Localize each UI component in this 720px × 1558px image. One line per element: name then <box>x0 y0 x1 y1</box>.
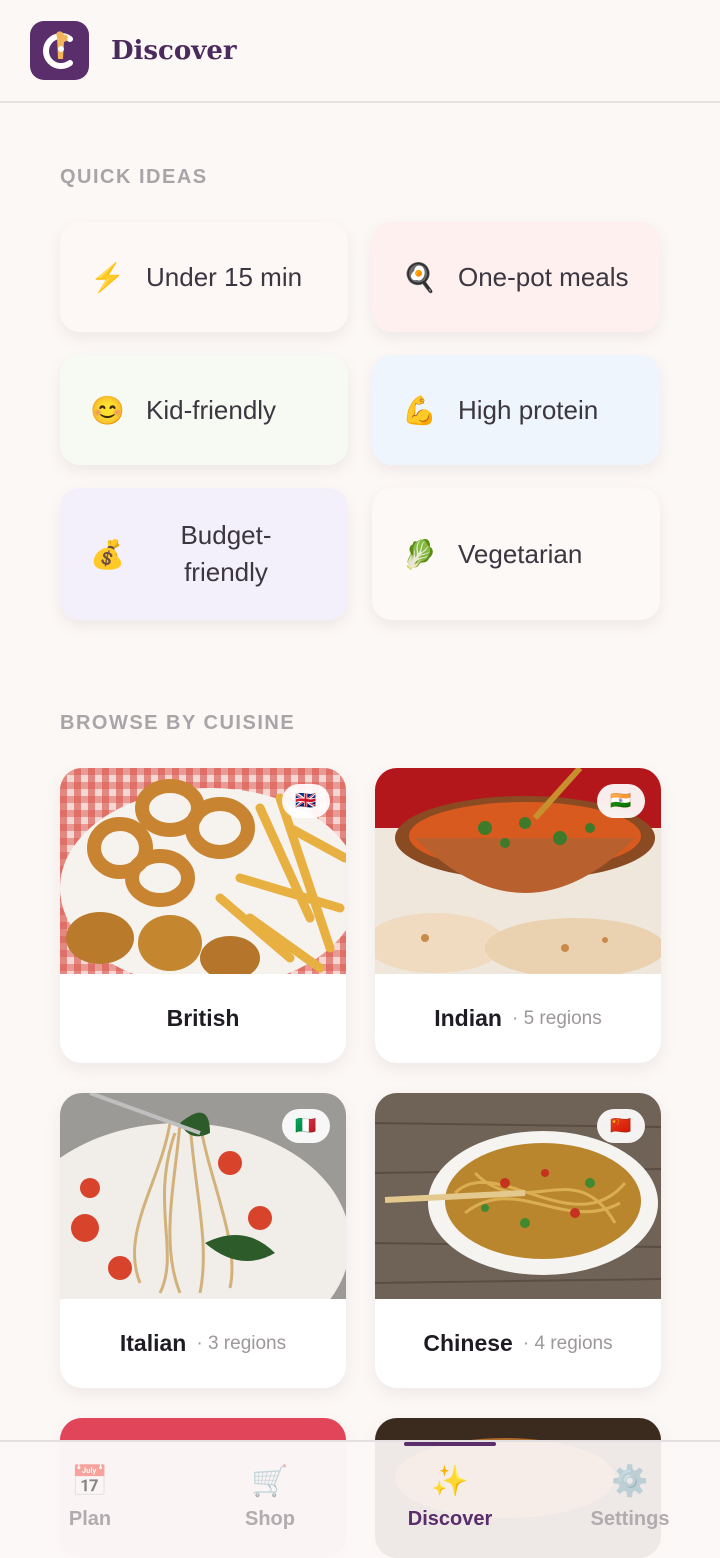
cuisine-caption: Indian · 5 regions <box>375 974 661 1063</box>
active-tab-indicator <box>404 1442 496 1446</box>
cuisine-caption: British <box>60 974 346 1063</box>
cuisine-caption: Chinese · 4 regions <box>375 1299 661 1388</box>
page-title: Discover <box>111 35 237 66</box>
calendar-icon: 📅 <box>71 1465 109 1498</box>
quick-idea-under-15-min[interactable]: ⚡ Under 15 min <box>60 222 348 332</box>
nav-item-shop[interactable]: 🛒 Shop <box>180 1442 360 1558</box>
cuisine-regions: · 3 regions <box>196 1332 287 1354</box>
quick-idea-budget-friendly[interactable]: 💰 Budget- friendly <box>60 488 348 620</box>
quick-idea-vegetarian[interactable]: 🥬 Vegetarian <box>372 488 660 620</box>
app-header: Discover <box>0 0 720 103</box>
flexed-arm-icon: 💪 <box>402 394 437 426</box>
quick-idea-label: High protein <box>458 394 599 425</box>
nav-label: Plan <box>68 1508 112 1530</box>
lightning-icon: ⚡ <box>90 261 125 293</box>
leafy-green-icon: 🥬 <box>402 538 437 570</box>
flag-badge-india: 🇮🇳 <box>597 784 645 818</box>
sparkles-icon: ✨ <box>431 1465 469 1498</box>
nav-label: Shop <box>245 1508 295 1530</box>
nav-item-discover[interactable]: ✨ Discover <box>360 1442 540 1558</box>
quick-idea-label: Budget- friendly <box>180 520 272 587</box>
nav-label: Settings <box>590 1508 670 1530</box>
quick-idea-label: One-pot meals <box>458 261 629 292</box>
browse-by-cuisine-heading: BROWSE BY CUISINE <box>60 712 296 734</box>
gear-icon: ⚙️ <box>611 1465 649 1498</box>
quick-idea-label: Vegetarian <box>458 538 583 569</box>
flag-badge-china: 🇨🇳 <box>597 1109 645 1143</box>
cuisine-caption: Italian · 3 regions <box>60 1299 346 1388</box>
cuisine-card-chinese[interactable]: 🇨🇳 Chinese · 4 regions <box>375 1093 661 1388</box>
nav-label: Discover <box>407 1508 493 1530</box>
nav-item-settings[interactable]: ⚙️ Settings <box>540 1442 720 1558</box>
flag-badge-uk: 🇬🇧 <box>282 784 330 818</box>
money-bag-icon: 💰 <box>90 538 125 570</box>
quick-idea-label: Under 15 min <box>146 261 303 292</box>
bottom-navigation: 📅 Plan 🛒 Shop ✨ Discover ⚙️ Settings <box>0 1440 720 1558</box>
nav-item-plan[interactable]: 📅 Plan <box>0 1442 180 1558</box>
cart-icon: 🛒 <box>251 1465 289 1498</box>
cuisine-name: Chinese <box>423 1330 513 1356</box>
quick-idea-high-protein[interactable]: 💪 High protein <box>372 355 660 465</box>
cuisine-regions: · 4 regions <box>522 1332 613 1354</box>
cuisine-card-indian[interactable]: 🇮🇳 Indian · 5 regions <box>375 768 661 1063</box>
quick-idea-label: Kid-friendly <box>146 394 277 425</box>
quick-ideas-heading: QUICK IDEAS <box>60 166 208 188</box>
smile-icon: 😊 <box>90 394 125 426</box>
flag-badge-italy: 🇮🇹 <box>282 1109 330 1143</box>
cuisine-regions: · 5 regions <box>511 1007 602 1029</box>
cuisine-name: Italian <box>119 1330 187 1356</box>
frying-pan-icon: 🍳 <box>402 261 437 293</box>
quick-idea-kid-friendly[interactable]: 😊 Kid-friendly <box>60 355 348 465</box>
cuisine-card-british[interactable]: 🇬🇧 British <box>60 768 346 1063</box>
cuisine-name: British <box>166 1005 240 1031</box>
cuisine-name: Indian <box>434 1005 502 1031</box>
chef-logo-icon[interactable] <box>30 21 89 80</box>
quick-idea-one-pot-meals[interactable]: 🍳 One-pot meals <box>372 222 660 332</box>
cuisine-card-italian[interactable]: 🇮🇹 Italian · 3 regions <box>60 1093 346 1388</box>
